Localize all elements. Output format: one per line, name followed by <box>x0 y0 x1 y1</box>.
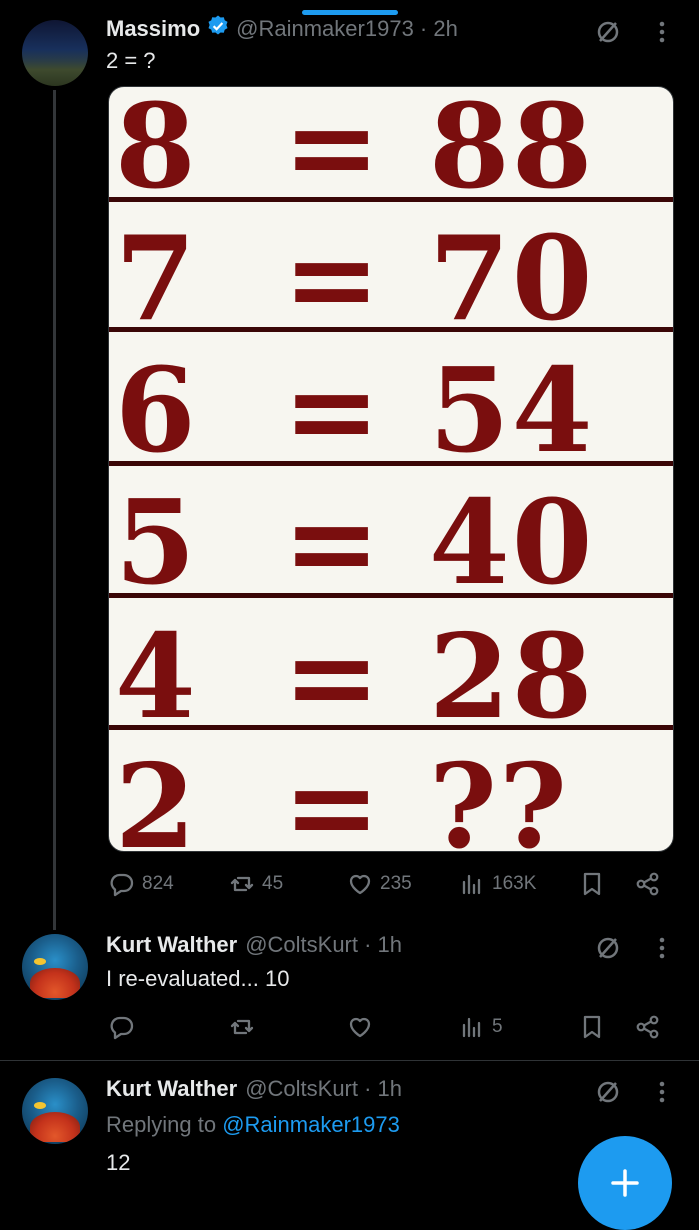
meme-row: 6 = 54 <box>109 343 673 479</box>
handle-and-time[interactable]: @Rainmaker1973 · 2h <box>236 16 458 42</box>
tweet-header: Kurt Walther @ColtsKurt · 1h <box>106 1076 402 1102</box>
meme-row: 2 = ?? <box>109 739 673 852</box>
meme-rhs: ?? <box>429 739 569 852</box>
reply-icon <box>110 873 134 897</box>
meme-divider <box>109 197 673 202</box>
reply-icon[interactable] <box>108 1013 136 1046</box>
thread-line <box>53 90 56 930</box>
tweet-text: 2 = ? <box>106 48 156 73</box>
share-icon[interactable] <box>634 870 662 903</box>
meme-divider <box>109 461 673 466</box>
like-icon <box>349 874 371 895</box>
tweet-image[interactable]: 8 = 88 7 = 70 6 = 54 5 = 40 4 = 28 2 = ?… <box>108 86 674 852</box>
meme-eq: = <box>283 609 383 745</box>
replying-to: Replying to @Rainmaker1973 <box>106 1112 400 1138</box>
meme-rhs: 40 <box>429 475 595 611</box>
views-count: 163K <box>492 873 537 894</box>
compose-icon <box>611 1169 639 1197</box>
compose-button[interactable] <box>578 1136 672 1230</box>
handle-and-time[interactable]: @ColtsKurt · 1h <box>245 1076 402 1102</box>
grok-icon[interactable] <box>594 1078 622 1111</box>
reply-button[interactable]: 824 <box>108 870 174 898</box>
meme-eq: = <box>283 739 383 852</box>
meme-eq: = <box>283 475 383 611</box>
reply-count: 824 <box>142 873 174 894</box>
author-name[interactable]: Kurt Walther <box>106 1076 237 1102</box>
author-name[interactable]: Kurt Walther <box>106 932 237 958</box>
meme-lhs: 5 <box>115 475 198 611</box>
views-icon <box>462 874 481 895</box>
avatar[interactable] <box>22 934 88 1000</box>
meme-lhs: 2 <box>115 739 198 852</box>
meme-row: 7 = 70 <box>109 211 673 347</box>
repost-count: 45 <box>262 873 284 894</box>
views-icon <box>462 1017 481 1038</box>
bookmark-icon[interactable] <box>578 1013 606 1046</box>
views-count: 5 <box>492 1016 503 1037</box>
meme-rhs: 28 <box>429 609 595 745</box>
grok-icon[interactable] <box>594 934 622 967</box>
meme-row: 8 = 88 <box>109 86 673 215</box>
more-icon[interactable] <box>652 18 672 51</box>
meme-eq: = <box>283 343 383 479</box>
views-button[interactable]: 163K <box>458 870 536 898</box>
verified-badge-icon <box>206 14 230 43</box>
tweet-text: 12 <box>106 1150 131 1175</box>
tweet-header: Massimo @Rainmaker1973 · 2h <box>106 14 458 43</box>
repost-icon[interactable] <box>228 1013 256 1046</box>
meme-eq: = <box>283 211 383 347</box>
like-count: 235 <box>380 873 412 894</box>
meme-rhs: 88 <box>429 86 595 215</box>
avatar[interactable] <box>22 1078 88 1144</box>
divider <box>0 1060 699 1061</box>
repost-icon <box>230 876 254 892</box>
meme-eq: = <box>283 86 383 215</box>
bookmark-icon[interactable] <box>578 870 606 903</box>
avatar[interactable] <box>22 20 88 86</box>
handle-and-time[interactable]: @ColtsKurt · 1h <box>245 932 402 958</box>
repost-button[interactable]: 45 <box>228 870 283 898</box>
meme-row: 4 = 28 <box>109 609 673 745</box>
like-icon[interactable] <box>346 1013 374 1046</box>
like-button[interactable]: 235 <box>346 870 412 898</box>
more-icon[interactable] <box>652 1078 672 1111</box>
meme-rhs: 54 <box>429 343 595 479</box>
meme-lhs: 8 <box>115 86 198 215</box>
tweet-text: I re-evaluated... 10 <box>106 966 290 991</box>
views-button[interactable]: 5 <box>458 1013 503 1041</box>
meme-rhs: 70 <box>429 211 595 347</box>
meme-lhs: 6 <box>115 343 198 479</box>
meme-divider <box>109 593 673 598</box>
replying-to-handle[interactable]: @Rainmaker1973 <box>222 1112 400 1137</box>
meme-lhs: 4 <box>115 609 198 745</box>
meme-divider <box>109 327 673 332</box>
author-name[interactable]: Massimo <box>106 16 200 42</box>
meme-divider <box>109 725 673 730</box>
grok-icon[interactable] <box>594 18 622 51</box>
meme-lhs: 7 <box>115 211 198 347</box>
meme-row: 5 = 40 <box>109 475 673 611</box>
share-icon[interactable] <box>634 1013 662 1046</box>
tweet-header: Kurt Walther @ColtsKurt · 1h <box>106 932 402 958</box>
replying-to-label: Replying to <box>106 1112 217 1137</box>
more-icon[interactable] <box>652 934 672 967</box>
